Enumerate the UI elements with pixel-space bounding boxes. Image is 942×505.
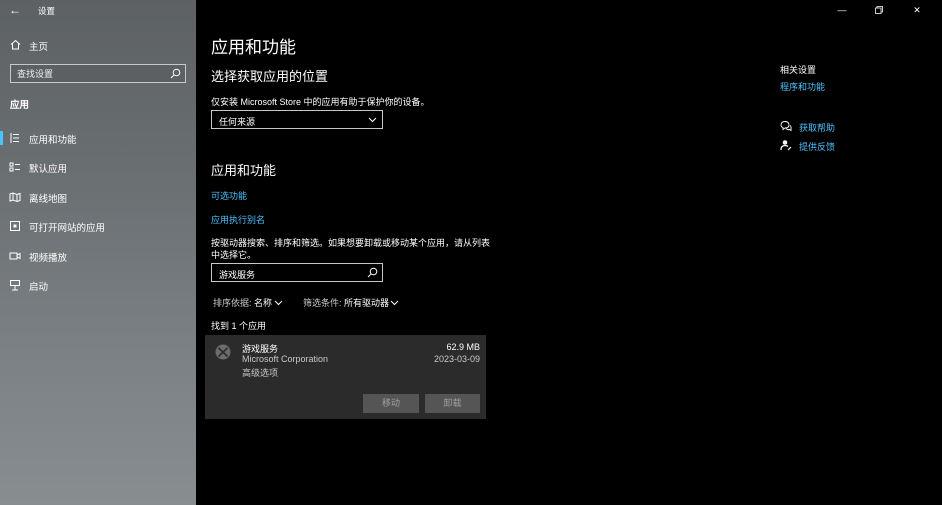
sort-by-dropdown[interactable]: 排序依据: 名称 [213, 296, 288, 308]
feedback-icon [780, 140, 792, 151]
sidebar-item-label: 启动 [29, 282, 49, 293]
sidebar-item-apps-for-websites[interactable]: 可打开网站的应用 [0, 214, 196, 238]
chevron-down-icon [390, 300, 399, 306]
sidebar-item-label: 视频播放 [29, 253, 68, 264]
sidebar-item-startup[interactable]: 启动 [0, 273, 196, 297]
section-label-apps: 应用 [10, 100, 30, 111]
install-source-dropdown[interactable]: 任何来源 [211, 110, 383, 129]
sidebar-item-label: 应用和功能 [29, 135, 77, 146]
search-icon[interactable] [170, 68, 181, 79]
settings-search-input[interactable] [11, 65, 161, 82]
filter-label: 筛选条件: [303, 298, 342, 308]
sort-value: 名称 [254, 298, 273, 308]
app-list-item[interactable]: 游戏服务 Microsoft Corporation 高级选项 62.9 MB … [205, 335, 486, 419]
get-help-icon [780, 121, 792, 132]
chevron-down-icon [274, 300, 283, 306]
move-button[interactable]: 移动 [363, 394, 419, 413]
minimize-icon[interactable]: — [832, 3, 852, 17]
filter-value: 所有驱动器 [344, 298, 390, 308]
window-title: 设置 [38, 6, 56, 16]
home-icon [10, 39, 21, 54]
startup-icon [9, 279, 21, 291]
install-source-heading: 选择获取应用的位置 [211, 69, 329, 84]
uninstall-button[interactable]: 卸载 [425, 394, 480, 413]
optional-features-link[interactable]: 可选功能 [211, 189, 247, 202]
install-source-value: 任何来源 [219, 117, 256, 127]
sidebar-item-label: 离线地图 [29, 194, 68, 205]
filter-dropdown[interactable]: 筛选条件: 所有驱动器 [303, 296, 403, 308]
active-indicator [0, 131, 3, 145]
back-arrow-icon[interactable]: ← [8, 3, 22, 17]
app-install-date: 2023-03-09 [433, 354, 480, 364]
title-bar: ← 设置 [0, 0, 196, 20]
sidebar-item-default-apps[interactable]: 默认应用 [0, 155, 196, 179]
sidebar-item-video-playback[interactable]: 视频播放 [0, 244, 196, 268]
get-help-label: 获取帮助 [799, 123, 836, 133]
home-nav-item[interactable]: 主页 [0, 36, 196, 54]
sidebar: ← 设置 主页 应用 应用和功能 默认应用 离线地图 可打开网站的应 [0, 0, 196, 505]
video-playback-icon [9, 250, 21, 262]
sidebar-item-apps-features[interactable]: 应用和功能 [0, 126, 196, 150]
programs-features-link[interactable]: 程序和功能 [780, 80, 825, 93]
chevron-down-icon [368, 117, 377, 123]
related-settings-title: 相关设置 [780, 65, 817, 75]
search-instructions: 按驱动器搜索、排序和筛选。如果想要卸载或移动某个应用，请从列表中选择它。 [211, 238, 491, 260]
apps-for-websites-icon [9, 220, 21, 232]
give-feedback-label: 提供反馈 [799, 142, 836, 152]
settings-search[interactable] [10, 64, 186, 83]
app-execution-aliases-link[interactable]: 应用执行别名 [211, 213, 265, 226]
results-count: 找到 1 个应用 [211, 321, 267, 331]
default-apps-icon [9, 161, 21, 173]
apps-features-icon [9, 132, 21, 144]
sidebar-item-label: 默认应用 [29, 164, 68, 175]
sort-label: 排序依据: [213, 298, 252, 308]
offline-maps-icon [9, 191, 21, 203]
app-size: 62.9 MB [446, 342, 480, 352]
xbox-icon [215, 344, 231, 360]
app-publisher: Microsoft Corporation [242, 354, 329, 364]
home-label: 主页 [29, 42, 49, 53]
app-search-value: 游戏服务 [219, 270, 256, 280]
window-controls: — ✕ [822, 0, 942, 20]
restore-icon[interactable] [869, 3, 889, 17]
search-icon[interactable] [367, 267, 378, 278]
sidebar-item-label: 可打开网站的应用 [29, 223, 106, 234]
app-search-box[interactable]: 游戏服务 [211, 263, 383, 282]
install-source-description: 仅安装 Microsoft Store 中的应用有助于保护你的设备。 [211, 97, 430, 107]
close-icon[interactable]: ✕ [907, 3, 927, 17]
advanced-options-link[interactable]: 高级选项 [242, 366, 278, 379]
page-title: 应用和功能 [211, 38, 296, 57]
sidebar-item-offline-maps[interactable]: 离线地图 [0, 185, 196, 209]
apps-features-heading: 应用和功能 [211, 163, 277, 178]
